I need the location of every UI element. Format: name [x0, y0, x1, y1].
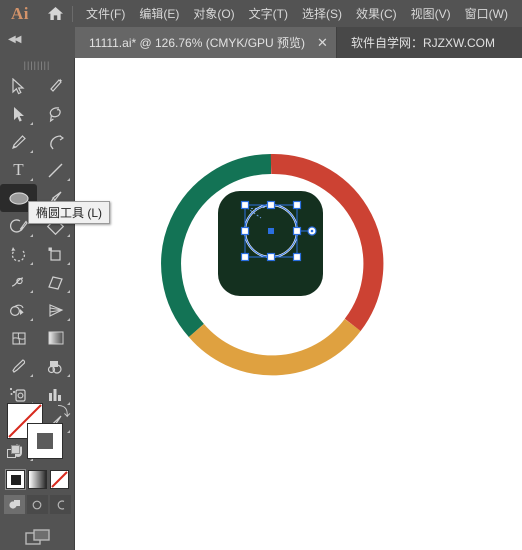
draw-inside-button[interactable] [50, 495, 71, 514]
default-fill-stroke-icon[interactable] [6, 445, 22, 465]
document-tab-bar: ◀◀ 11111.ai* @ 126.76% (CMYK/GPU 预览) ✕ 软… [0, 27, 522, 58]
menu-view[interactable]: 视图(V) [404, 1, 458, 26]
tool-expand-corner [67, 290, 70, 293]
tool-expand-corner [30, 262, 33, 265]
color-controls: ⤵ [0, 403, 75, 547]
selection-center-point [268, 228, 274, 234]
shape-builder-tool[interactable] [0, 296, 37, 324]
tool-expand-corner [30, 374, 33, 377]
tool-expand-corner [67, 318, 70, 321]
home-icon[interactable] [40, 0, 70, 27]
handle-bottom-left [240, 252, 250, 262]
tool-expand-corner [30, 290, 33, 293]
tool-expand-corner [30, 318, 33, 321]
color-mode-button[interactable] [5, 469, 26, 490]
stroke-swatch[interactable] [26, 423, 63, 459]
menu-effect[interactable]: 效果(C) [349, 1, 404, 26]
rotate-handle-dot [310, 229, 314, 233]
perspective-grid-tool[interactable] [37, 296, 74, 324]
selection-overlay [240, 200, 317, 262]
handle-middle-right [292, 226, 302, 236]
menu-edit[interactable]: 编辑(E) [132, 1, 186, 26]
document-tab[interactable]: 11111.ai* @ 126.76% (CMYK/GPU 预览) ✕ [75, 27, 337, 58]
none-mode-button[interactable] [50, 470, 69, 489]
gradient-mode-button[interactable] [28, 470, 47, 489]
paint-mode-row [0, 469, 75, 490]
eyedropper-tool[interactable] [0, 352, 37, 380]
menu-type[interactable]: 文字(T) [242, 1, 295, 26]
tool-expand-corner [67, 374, 70, 377]
canvas-area[interactable] [75, 58, 522, 550]
menu-bar: Ai 文件(F) 编辑(E) 对象(O) 文字(T) 选择(S) 效果(C) 视… [0, 0, 522, 27]
menu-select[interactable]: 选择(S) [295, 1, 349, 26]
curvature-tool[interactable] [37, 128, 74, 156]
blend-tool[interactable] [37, 352, 74, 380]
eraser-tool[interactable] [0, 240, 37, 268]
gradient-tool[interactable] [37, 324, 74, 352]
tool-expand-corner [67, 178, 70, 181]
magic-wand-tool[interactable] [37, 72, 74, 100]
screen-mode-button[interactable] [0, 528, 75, 547]
fill-stroke-control: ⤵ [6, 401, 71, 465]
stroke-swatch-inner [36, 433, 53, 449]
tool-expand-corner [30, 178, 33, 181]
swap-fill-stroke-icon[interactable]: ⤵ [57, 401, 70, 420]
draw-behind-button[interactable] [27, 495, 48, 514]
tool-expand-corner [67, 234, 70, 237]
draw-mode-row [0, 495, 75, 514]
handle-middle-left [240, 226, 250, 236]
toolpanel-header: ◀◀ [0, 27, 75, 58]
line-segment-tool[interactable] [37, 156, 74, 184]
mesh-tool[interactable] [0, 324, 37, 352]
menu-item-list: 文件(F) 编辑(E) 对象(O) 文字(T) 选择(S) 效果(C) 视图(V… [79, 1, 515, 26]
illustrator-window: Ai 文件(F) 编辑(E) 对象(O) 文字(T) 选择(S) 效果(C) 视… [0, 0, 522, 550]
tool-expand-corner [30, 234, 33, 237]
free-transform-tool[interactable] [37, 268, 74, 296]
menu-object[interactable]: 对象(O) [186, 1, 241, 26]
watermark-text: 软件自学网：RJZXW.COM [350, 36, 495, 50]
close-icon[interactable]: ✕ [317, 36, 328, 49]
menu-window[interactable]: 窗口(W) [458, 1, 515, 26]
tool-expand-corner [67, 262, 70, 265]
panel-drag-grip[interactable]: |||||||| [0, 58, 74, 72]
handle-top-center [266, 200, 276, 210]
tool-panel: |||||||| T 椭圆工具 (L) ⤵ [0, 58, 111, 550]
direct-selection-tool[interactable] [0, 100, 37, 128]
handle-top-left [240, 200, 250, 210]
menu-file[interactable]: 文件(F) [79, 1, 132, 26]
scale-tool[interactable] [37, 240, 74, 268]
handle-top-right [292, 200, 302, 210]
selection-tool[interactable] [0, 72, 37, 100]
handle-bottom-center [266, 252, 276, 262]
collapse-panel-icon[interactable]: ◀◀ [8, 34, 21, 45]
menu-divider [72, 5, 73, 22]
document-tab-title: 11111.ai* @ 126.76% (CMYK/GPU 预览) [89, 36, 306, 50]
pen-tool[interactable] [0, 128, 37, 156]
handle-bottom-right [292, 252, 302, 262]
draw-normal-button[interactable] [4, 495, 25, 514]
tool-expand-corner [30, 150, 33, 153]
tool-tooltip: 椭圆工具 (L) [28, 201, 111, 224]
type-tool[interactable]: T [0, 156, 37, 184]
app-logo: Ai [11, 3, 29, 23]
lasso-tool[interactable] [37, 100, 74, 128]
tool-expand-corner [30, 122, 33, 125]
width-tool[interactable] [0, 268, 37, 296]
